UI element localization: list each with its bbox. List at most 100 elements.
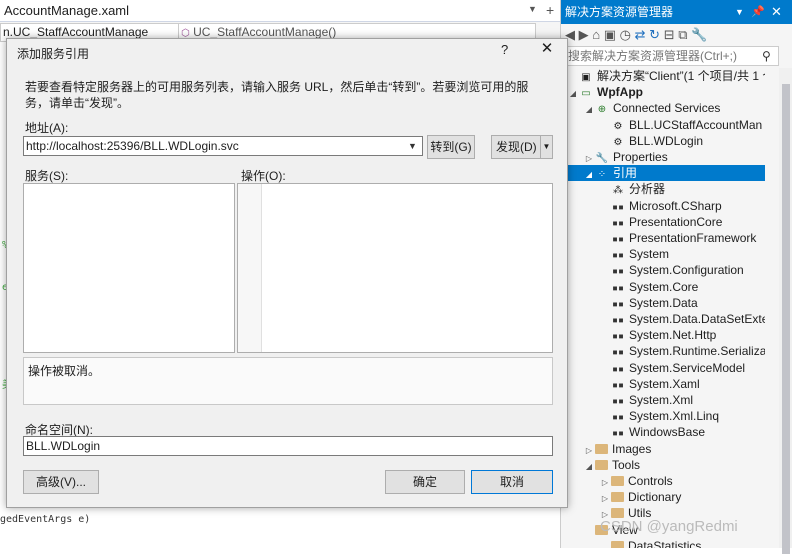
tree-item[interactable]: ▪▪ System.Configuration	[561, 262, 765, 278]
tree-item[interactable]: ▪▪ System.Xml.Linq	[561, 408, 765, 424]
connected-services-icon: ⊕	[597, 104, 607, 116]
ok-button[interactable]: 确定	[385, 470, 465, 494]
refresh-icon[interactable]: ↻	[649, 27, 660, 42]
home-icon[interactable]: ⌂	[592, 27, 600, 42]
switch-views-icon[interactable]: ▣	[604, 27, 616, 42]
tree-item[interactable]: ▷ Dictionary	[561, 489, 765, 505]
expander-collapsed-icon[interactable]: ▷	[583, 443, 595, 457]
tree-item[interactable]: ⚙ BLL.WDLogin	[561, 133, 765, 149]
tree-item[interactable]: ◢ Tools	[561, 457, 765, 473]
status-text: 操作被取消。	[28, 364, 101, 378]
tree-item[interactable]: ▪▪ Microsoft.CSharp	[561, 198, 765, 214]
properties-icon[interactable]: 🔧	[691, 27, 707, 42]
operations-list-pane[interactable]	[237, 183, 553, 353]
tree-item-label: Dictionary	[628, 490, 682, 505]
vertical-scrollbar[interactable]	[779, 68, 792, 554]
tree-item[interactable]: ▪▪ System.Data.DataSetExte	[561, 311, 765, 327]
tree-item[interactable]: DataStatistics	[561, 538, 765, 548]
folder-icon	[611, 508, 624, 519]
code-line-fragment: gedEventArgs e)	[0, 514, 91, 525]
pin-icon[interactable]: 📌	[751, 0, 765, 24]
close-button[interactable]: ✕	[537, 39, 557, 57]
tree-item[interactable]: ▪▪ System.Core	[561, 279, 765, 295]
tree-item[interactable]: ▣ 解决方案“Client”(1 个项目/共 1 个)	[561, 68, 765, 84]
solution-explorer-title: 解决方案资源管理器	[565, 5, 674, 19]
solution-explorer: 解决方案资源管理器 ▼ 📌 ✕ ◀ ▶ ⌂ ▣ ◷ ⇄ ↻ ⊟ ⧉ 🔧 搜索解决…	[560, 0, 792, 554]
tree-item[interactable]: ▪▪ System	[561, 246, 765, 262]
tree-item[interactable]: ▪▪ System.Runtime.Serializa	[561, 343, 765, 359]
address-label: 地址(A):	[25, 121, 69, 135]
tree-item[interactable]: ▷ 🔧 Properties	[561, 149, 765, 165]
tree-item-label: Connected Services	[613, 101, 721, 116]
tree-item[interactable]: ▪▪ System.ServiceModel	[561, 360, 765, 376]
services-tree-pane[interactable]	[23, 183, 235, 353]
search-icon[interactable]: ⚲	[762, 47, 771, 65]
expander-expanded-icon[interactable]: ◢	[583, 102, 595, 116]
expander-expanded-icon[interactable]: ◢	[583, 167, 595, 181]
expander-collapsed-icon[interactable]: ▷	[599, 491, 611, 505]
solution-tree: ▣ 解决方案“Client”(1 个项目/共 1 个) ◢ ▭ WpfApp ◢ ⊕ Conn…	[561, 68, 779, 548]
expander-collapsed-icon[interactable]: ▷	[583, 151, 595, 165]
tree-item[interactable]: ▪▪ System.Net.Http	[561, 327, 765, 343]
cancel-button[interactable]: 取消	[471, 470, 553, 494]
chevron-down-icon[interactable]: ▼	[408, 137, 417, 155]
tree-item-label: System.Data.DataSetExte	[629, 312, 765, 326]
assembly-icon: ▪▪	[611, 315, 625, 326]
tree-item-label: Microsoft.CSharp	[629, 198, 722, 213]
references-icon: ⁘	[597, 169, 607, 181]
solution-search-input[interactable]: 搜索解决方案资源管理器(Ctrl+;) ⚲	[565, 46, 779, 66]
discover-dropdown-icon[interactable]: ▼	[540, 136, 552, 158]
folder-icon	[595, 459, 608, 470]
tree-item-label: System.Data	[629, 295, 698, 310]
editor-tab-title[interactable]: AccountManage.xaml	[4, 3, 129, 18]
status-message-box: 操作被取消。	[23, 357, 553, 405]
analyzer-icon: ⁂	[613, 185, 623, 197]
assembly-icon: ▪▪	[611, 217, 625, 229]
sync-icon[interactable]: ⇄	[635, 27, 646, 42]
discover-button[interactable]: 发现(D) ▼	[491, 135, 553, 159]
show-all-files-icon[interactable]: ⧉	[678, 27, 687, 42]
help-button[interactable]: ?	[501, 42, 508, 57]
tree-item[interactable]: ⚙ BLL.UCStaffAccountMan	[561, 117, 765, 133]
tree-item[interactable]: ▪▪ PresentationCore	[561, 214, 765, 230]
member-combo-label: UC_StaffAccountManage()	[193, 25, 337, 39]
tree-item[interactable]: ◢ ⁘ 引用	[561, 165, 765, 182]
solution-icon: ▣	[581, 72, 591, 83]
collapse-all-icon[interactable]: ⊟	[664, 27, 675, 42]
tree-item[interactable]: ◢ ⊕ Connected Services	[561, 100, 765, 116]
assembly-icon: ▪▪	[611, 363, 625, 375]
tree-item[interactable]: ▪▪ PresentationFramework	[561, 230, 765, 246]
namespace-input[interactable]: BLL.WDLogin	[23, 436, 553, 456]
expander-expanded-icon[interactable]: ◢	[567, 86, 579, 100]
close-icon[interactable]: ✕	[771, 0, 782, 24]
tree-item-label: WindowsBase	[629, 425, 706, 440]
editor-tab-bar: AccountManage.xaml ▼ +	[0, 0, 560, 22]
forward-icon[interactable]: ▶	[579, 27, 589, 42]
dropdown-icon[interactable]: ▼	[735, 0, 744, 24]
tree-item[interactable]: ▷ Controls	[561, 473, 765, 489]
scrollbar-thumb[interactable]	[782, 84, 790, 554]
expander-collapsed-icon[interactable]: ▷	[599, 475, 611, 489]
assembly-icon: ▪▪	[611, 266, 625, 278]
folder-icon	[595, 443, 608, 454]
expander-expanded-icon[interactable]: ◢	[583, 459, 595, 473]
tree-item[interactable]: ◢ ▭ WpfApp	[561, 84, 765, 100]
tree-item[interactable]: ⁂ 分析器	[561, 181, 765, 197]
services-label: 服务(S):	[25, 169, 69, 183]
assembly-icon: ▪▪	[611, 396, 625, 407]
tree-item-label: System.Xaml	[629, 376, 700, 391]
tree-item[interactable]: ▷ Images	[561, 441, 765, 457]
tree-item-label: System.Xml.Linq	[629, 409, 720, 424]
tree-item[interactable]: ▪▪ WindowsBase	[561, 424, 765, 440]
tree-item[interactable]: ▪▪ System.Xml	[561, 392, 765, 408]
tree-item[interactable]: ▪▪ System.Xaml	[561, 376, 765, 392]
tree-item-label: System.Xml	[629, 393, 694, 407]
split-plus-icon[interactable]: +	[546, 2, 554, 18]
tab-dropdown-icon[interactable]: ▼	[528, 4, 537, 14]
tree-item[interactable]: ▪▪ System.Data	[561, 295, 765, 311]
address-input[interactable]: http://localhost:25396/BLL.WDLogin.svc ▼	[23, 136, 423, 156]
advanced-button[interactable]: 高级(V)...	[23, 470, 99, 494]
go-button[interactable]: 转到(G)	[427, 135, 475, 159]
folder-icon	[611, 476, 624, 486]
history-icon[interactable]: ◷	[620, 27, 631, 42]
